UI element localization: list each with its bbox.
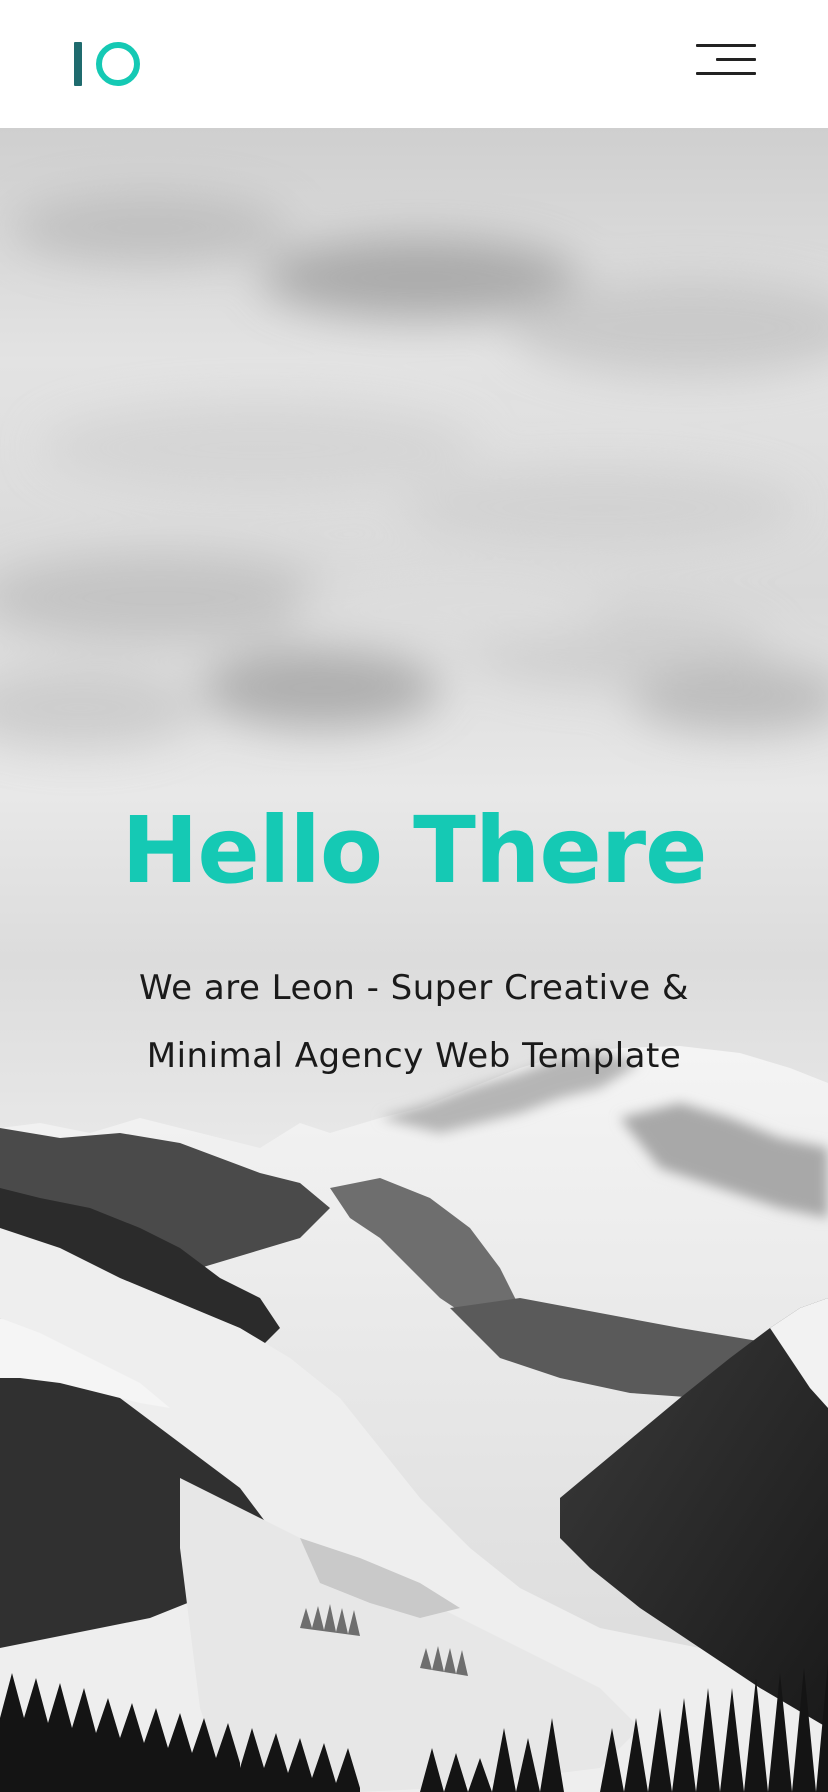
- hamburger-menu-icon-line: [696, 72, 756, 75]
- hero-section: Hello There We are Leon - Super Creative…: [0, 128, 828, 1792]
- site-logo[interactable]: [74, 40, 146, 88]
- site-header: [0, 0, 828, 128]
- hamburger-menu-icon-line: [716, 58, 756, 61]
- logo-ring-mark: [96, 42, 140, 86]
- logo-bar-mark: [74, 42, 82, 86]
- hero-subtitle: We are Leon - Super Creative & Minimal A…: [139, 968, 689, 1076]
- hero-title: Hello There: [121, 797, 707, 904]
- hamburger-menu-icon: [696, 44, 756, 47]
- hamburger-menu-button[interactable]: [696, 40, 760, 80]
